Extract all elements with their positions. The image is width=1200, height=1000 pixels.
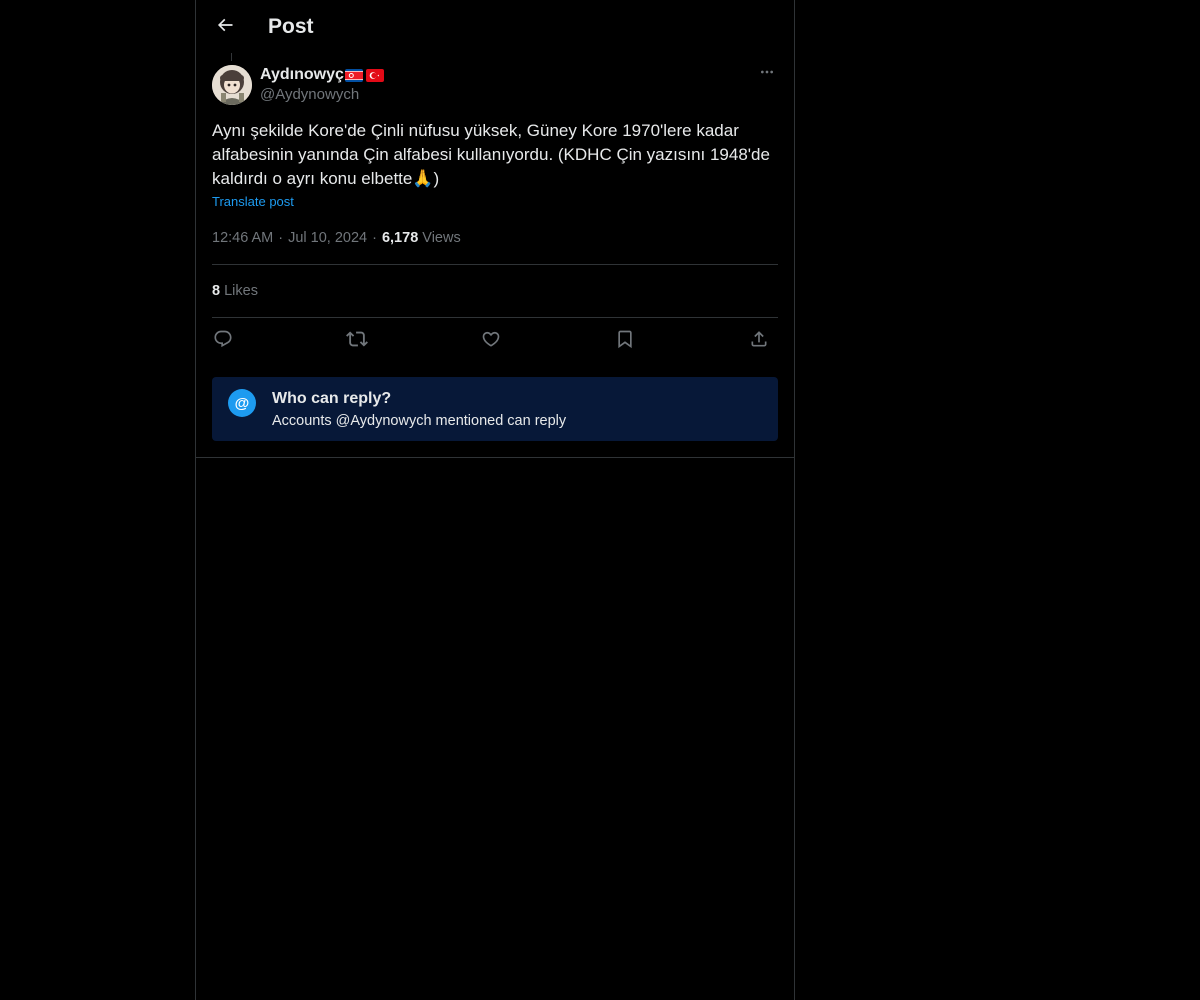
separator: · xyxy=(372,230,377,246)
main-column: Post Aydınowyç @Aydynowych Aynı şekilde … xyxy=(195,0,795,1000)
repost-button[interactable] xyxy=(344,328,370,354)
reply-restriction-notice: @ Who can reply? Accounts @Aydynowych me… xyxy=(212,377,778,441)
more-horizontal-icon xyxy=(759,64,775,85)
back-button[interactable] xyxy=(208,10,242,44)
likes-label: Likes xyxy=(224,283,258,299)
divider xyxy=(196,457,794,458)
thread-line xyxy=(231,53,232,61)
more-options-button[interactable] xyxy=(756,63,778,85)
north-korea-flag-icon xyxy=(344,68,363,82)
reply-restriction-description: Accounts @Aydynowych mentioned can reply xyxy=(272,413,567,429)
translate-post-link[interactable]: Translate post xyxy=(212,194,294,209)
share-button[interactable] xyxy=(746,328,772,354)
likes-stat[interactable]: 8 Likes xyxy=(212,281,258,301)
display-name-row: Aydınowyç xyxy=(260,65,384,85)
share-icon xyxy=(749,329,769,354)
post-time[interactable]: 12:46 AM xyxy=(212,230,273,246)
divider xyxy=(212,317,778,318)
at-sign-icon: @ xyxy=(228,389,256,417)
post-metadata: 12:46 AM · Jul 10, 2024 · 6,178 Views xyxy=(212,228,461,248)
likes-count: 8 xyxy=(212,283,221,299)
arrow-left-icon xyxy=(215,15,235,40)
bookmark-icon xyxy=(615,329,635,354)
repost-icon xyxy=(346,328,368,355)
reply-button[interactable] xyxy=(210,328,236,354)
like-icon xyxy=(481,329,501,354)
views-count: 6,178 xyxy=(381,230,419,246)
action-bar xyxy=(212,328,778,354)
post-text: Aynı şekilde Kore'de Çinli nüfusu yüksek… xyxy=(212,121,775,188)
page-title: Post xyxy=(268,15,314,38)
views-label: Views xyxy=(422,230,461,246)
display-name[interactable]: Aydınowyç xyxy=(260,66,344,84)
divider xyxy=(212,264,778,265)
like-button[interactable] xyxy=(478,328,504,354)
post-date[interactable]: Jul 10, 2024 xyxy=(288,230,367,246)
page-header: Post xyxy=(196,0,794,53)
user-handle[interactable]: @Aydynowych xyxy=(260,85,384,105)
reply-icon xyxy=(213,329,233,354)
separator: · xyxy=(278,230,284,246)
avatar[interactable] xyxy=(212,65,252,105)
turkey-flag-icon xyxy=(365,68,384,82)
author-info: Aydınowyç @Aydynowych xyxy=(260,65,384,105)
bookmark-button[interactable] xyxy=(612,328,638,354)
reply-restriction-title: Who can reply? xyxy=(272,390,392,407)
